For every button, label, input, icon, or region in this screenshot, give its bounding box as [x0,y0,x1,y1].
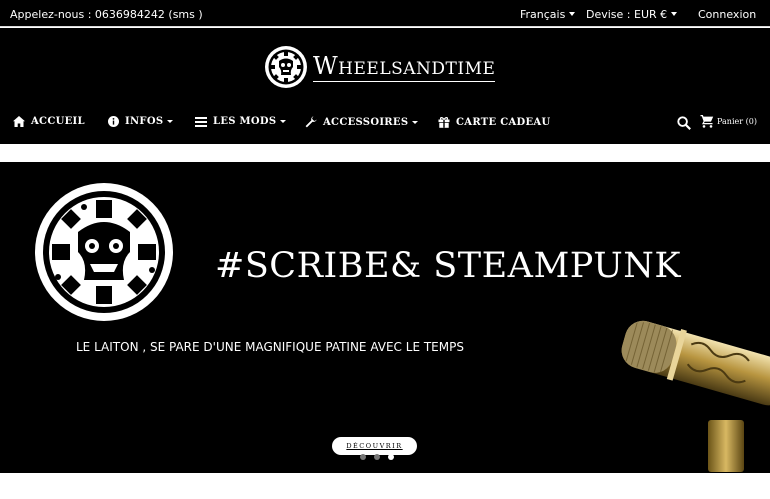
site-logo[interactable]: WHEELSANDTIME [264,45,496,89]
hero-slider: #SCRIBE& STEAMPUNK LE LAITON , SE PARE D… [0,162,770,473]
nav-item-infos[interactable]: INFOS [108,116,174,127]
wrench-icon [305,116,317,128]
nav-item-label: LES MODS [213,116,277,127]
steampunk-seal-image [35,183,173,321]
logo-text: WHEELSANDTIME [313,52,496,82]
search-icon[interactable] [677,116,691,130]
slide-dot[interactable] [374,454,380,460]
caret-down-icon [569,12,576,16]
logo-seal-icon [265,46,307,88]
main-navigation: ACCUEIL INFOS LES MODS ACCESSOIRES CARTE… [0,114,770,136]
shopping-cart-icon [700,115,714,128]
language-label: Français [520,8,566,21]
nav-item-label: INFOS [125,116,164,127]
slider-pagination [356,454,398,460]
gift-icon [438,117,450,128]
caret-down-icon [280,120,287,123]
nav-item-carte-cadeau[interactable]: CARTE CADEAU [438,116,551,128]
hero-subtitle: LE LAITON , SE PARE D'UNE MAGNIFIQUE PAT… [76,340,464,354]
caret-down-icon [167,120,174,123]
cart-button[interactable]: Panier (0) [700,114,757,128]
list-icon [195,116,207,127]
slide-dot[interactable] [360,454,366,460]
cart-label: Panier (0) [717,116,757,126]
cart-count: (0) [745,116,757,126]
info-icon [108,116,119,127]
nav-item-accueil[interactable]: ACCUEIL [13,116,85,127]
page-content-below [0,473,770,499]
home-icon [13,116,25,127]
currency-label: Devise : EUR € [586,8,668,21]
caret-down-icon [412,120,419,124]
nav-item-label: ACCUEIL [31,116,85,127]
hero-title: #SCRIBE& STEAMPUNK [215,246,681,286]
nav-item-accessoires[interactable]: ACCESSOIRES [305,116,419,128]
brass-mod-image [621,320,770,472]
top-bar: Appelez-nous : 0636984242 (sms ) Françai… [0,0,770,27]
site-header: WHEELSANDTIME ACCUEIL INFOS LES MODS ACC… [0,28,770,144]
language-selector[interactable]: Français [520,8,576,21]
phone-contact: Appelez-nous : 0636984242 (sms ) [10,8,203,21]
caret-down-icon [671,12,678,16]
currency-selector[interactable]: Devise : EUR € [586,8,678,21]
login-link[interactable]: Connexion [698,8,756,21]
nav-item-label: ACCESSOIRES [323,116,409,128]
discover-button[interactable]: DÉCOUVRIR [332,437,417,455]
header-separator [0,144,770,162]
nav-item-label: CARTE CADEAU [456,116,551,128]
slide-dot-active[interactable] [388,454,394,460]
nav-item-les-mods[interactable]: LES MODS [195,116,287,127]
